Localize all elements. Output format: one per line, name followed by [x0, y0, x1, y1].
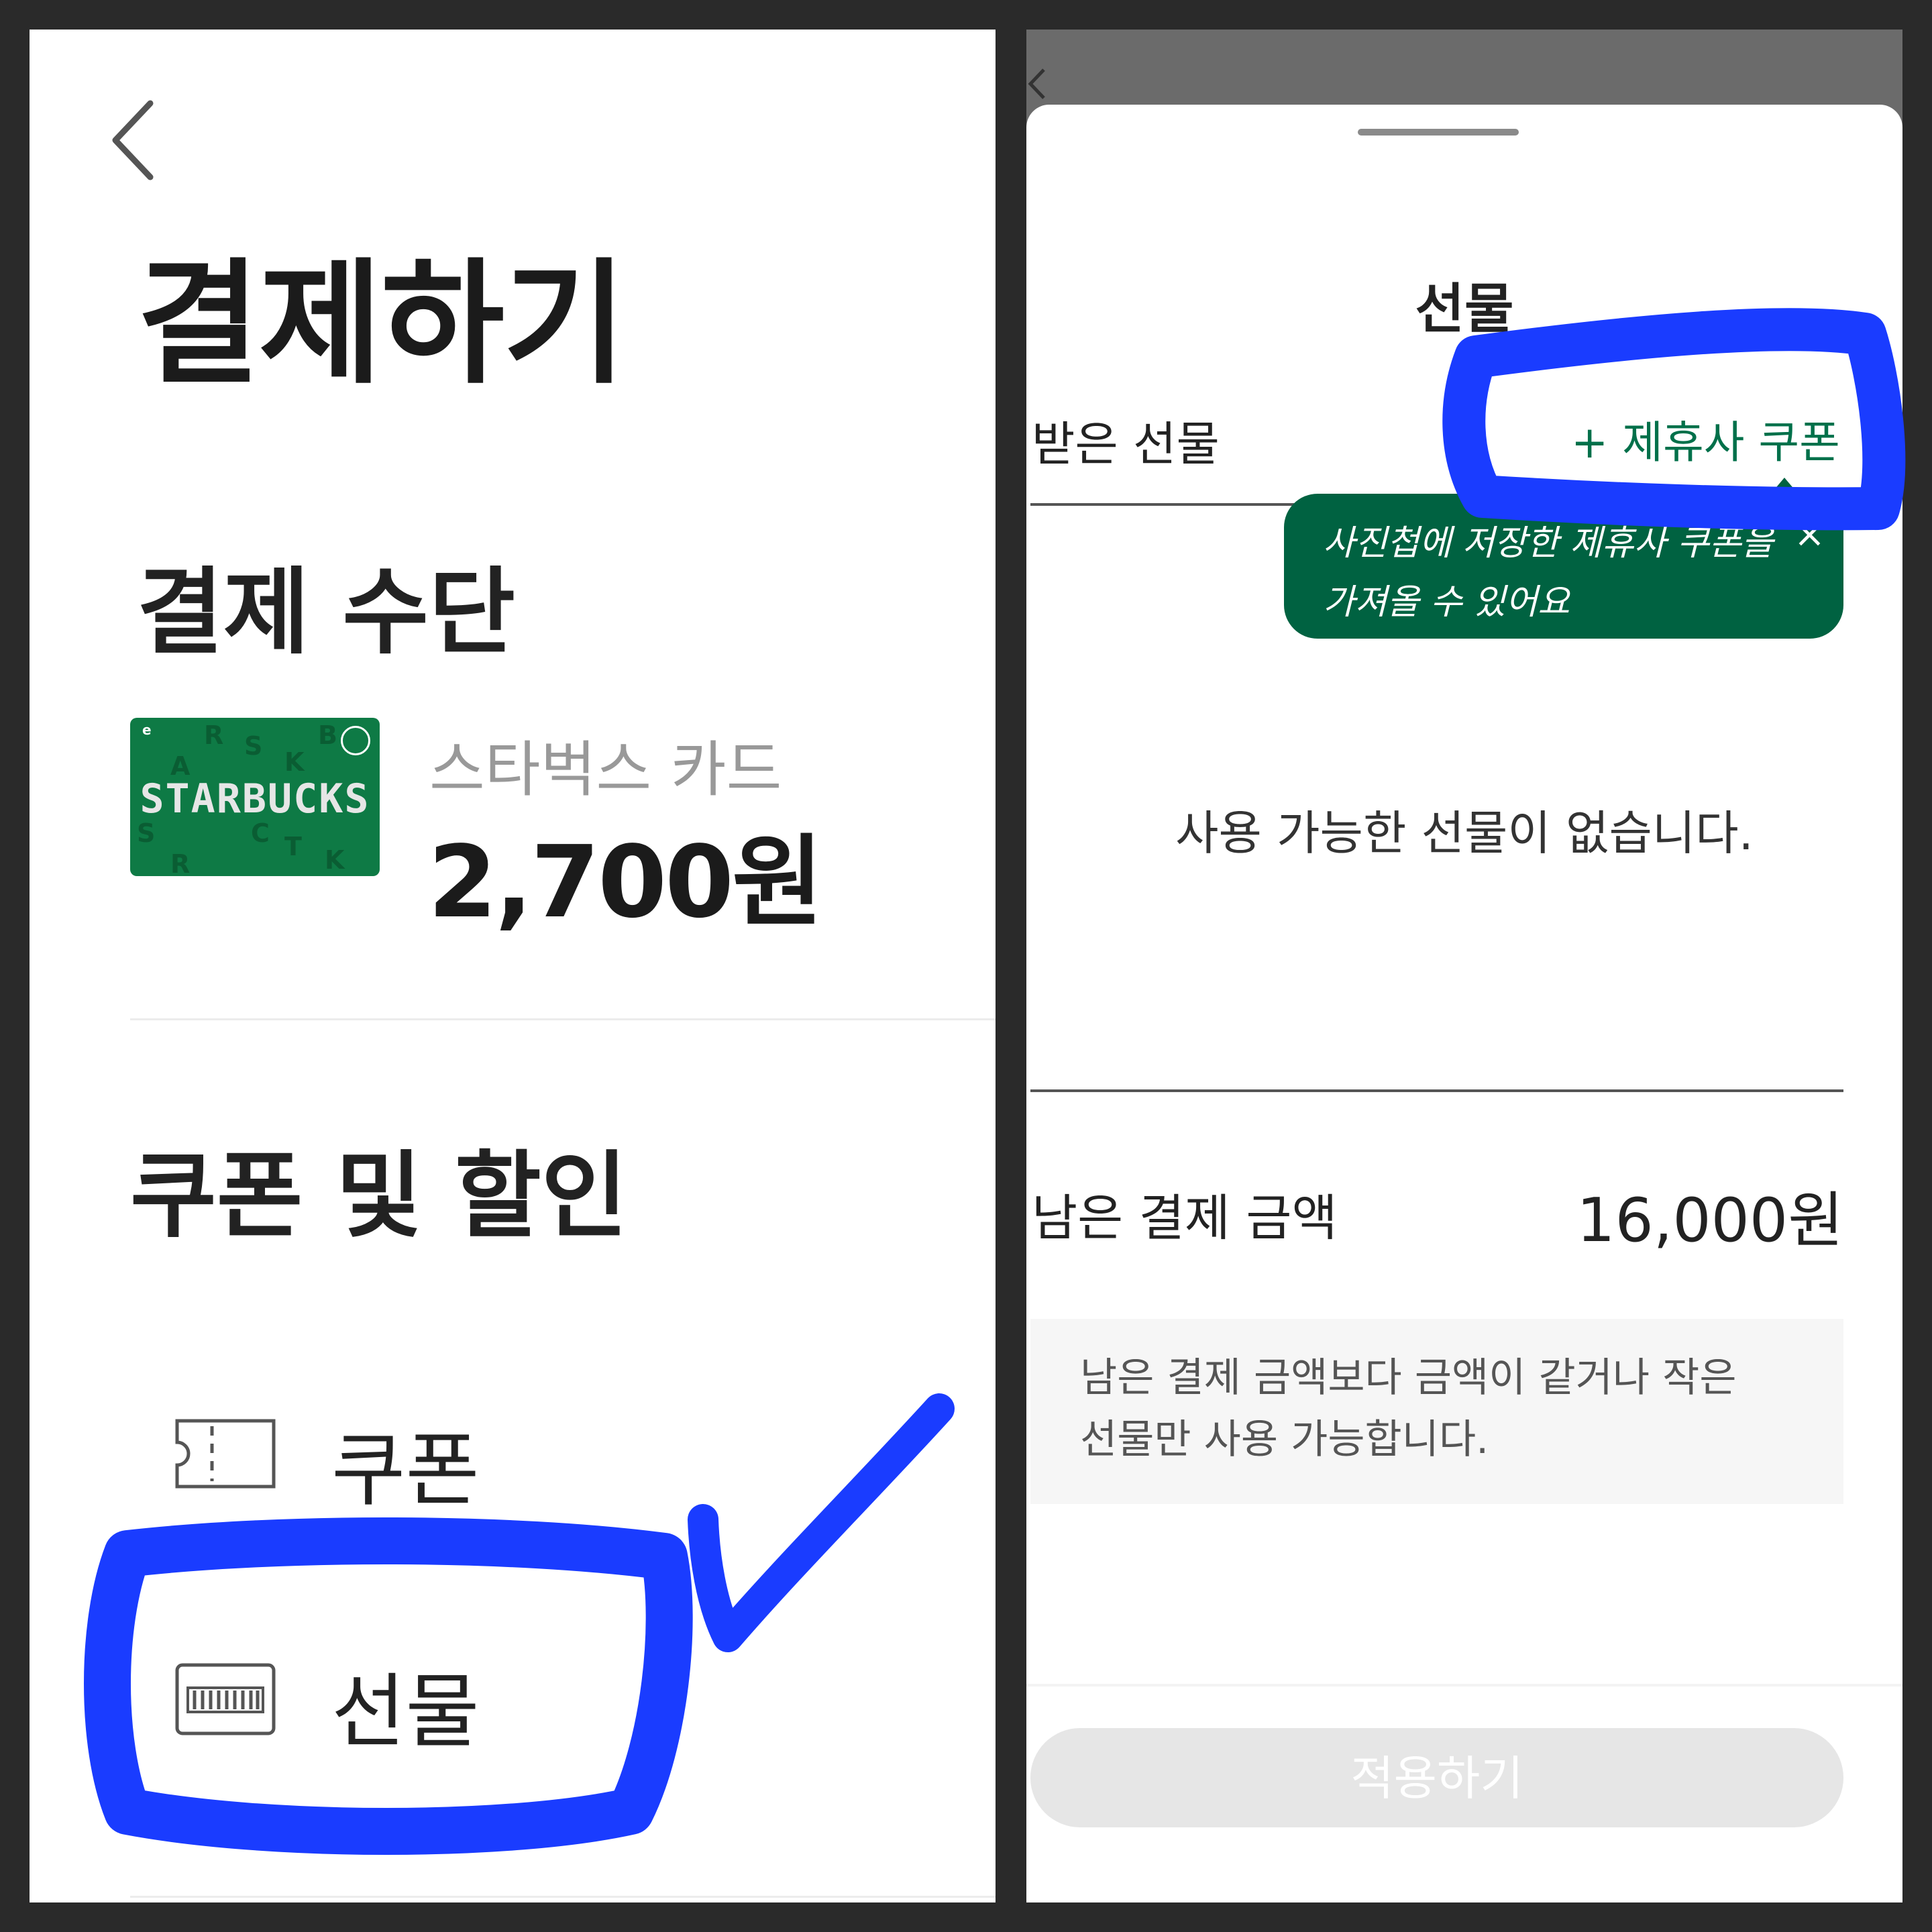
ticket-icon — [175, 1419, 276, 1489]
payment-method-title: 결제 수단 — [137, 558, 515, 667]
tab-underline — [1030, 503, 1312, 506]
add-partner-coupon-button[interactable]: + 제휴사 쿠폰 — [1571, 407, 1840, 471]
card-balance: 2,700원 — [428, 824, 823, 940]
back-chevron-icon — [1028, 68, 1045, 99]
card-name: 스타벅스 카드 — [429, 735, 782, 805]
divider — [130, 1896, 996, 1898]
divider — [1030, 1089, 1843, 1092]
tab-received-gifts[interactable]: 받은 선물 — [1032, 407, 1220, 474]
close-icon[interactable]: × — [1794, 513, 1825, 556]
divider — [1026, 1684, 1902, 1686]
tooltip-line-2: 가져올 수 있어요 — [1323, 582, 1570, 623]
gift-label: 선물 — [331, 1666, 480, 1759]
partner-coupon-tooltip: 사진첩에 저장한 제휴사 쿠폰을 가져올 수 있어요 × — [1284, 494, 1843, 639]
notice-line-2: 선물만 사용 가능합니다. — [1080, 1416, 1489, 1463]
starbucks-logo-icon — [341, 726, 370, 755]
tooltip-arrow — [1770, 478, 1799, 495]
back-chevron-icon[interactable] — [103, 97, 164, 184]
notice-line-1: 남은 결제 금액보다 금액이 같거나 작은 — [1080, 1354, 1737, 1401]
payment-screen: 결제하기 결제 수단 R S K B A S C T K R e STARBUC… — [30, 30, 996, 1902]
gift-card-icon — [175, 1663, 276, 1735]
apply-button[interactable]: 적용하기 — [1030, 1728, 1843, 1827]
empty-gifts-message: 사용 가능한 선물이 없습니다. — [1175, 806, 1754, 861]
divider — [130, 1018, 996, 1020]
gift-row[interactable]: 선물 — [130, 1640, 734, 1759]
sheet-drag-handle[interactable] — [1358, 129, 1519, 136]
tooltip-text: 사진첩에 저장한 제휴사 쿠폰을 가져올 수 있어요 — [1323, 514, 1774, 632]
bottom-sheet: 선물 받은 선물 + 제휴사 쿠폰 사진첩에 저장한 제휴사 쿠폰을 가져올 수… — [1026, 105, 1902, 1902]
coupon-row[interactable]: 쿠폰 — [130, 1398, 734, 1517]
tooltip-line-1: 사진첩에 저장한 제휴사 쿠폰을 — [1323, 523, 1774, 564]
notice-box: 남은 결제 금액보다 금액이 같거나 작은 선물만 사용 가능합니다. — [1030, 1319, 1843, 1504]
starbucks-card-image[interactable]: R S K B A S C T K R e STARBUCKS — [130, 718, 380, 876]
notice-text: 남은 결제 금액보다 금액이 같거나 작은 선물만 사용 가능합니다. — [1080, 1347, 1737, 1470]
coupon-discount-title: 쿠폰 및 할인 — [130, 1142, 628, 1251]
card-brand-word: STARBUCKS — [140, 775, 370, 822]
page-title: 결제하기 — [137, 246, 627, 402]
remaining-amount-label: 남은 결제 금액 — [1032, 1189, 1338, 1247]
remaining-amount-value: 16,000원 — [1576, 1185, 1843, 1256]
coupon-label: 쿠폰 — [331, 1424, 480, 1517]
sheet-title: 선물 — [1415, 278, 1514, 340]
card-e-icon: e — [142, 722, 152, 738]
gift-sheet-screen: 선물 받은 선물 + 제휴사 쿠폰 사진첩에 저장한 제휴사 쿠폰을 가져올 수… — [1026, 30, 1902, 1902]
